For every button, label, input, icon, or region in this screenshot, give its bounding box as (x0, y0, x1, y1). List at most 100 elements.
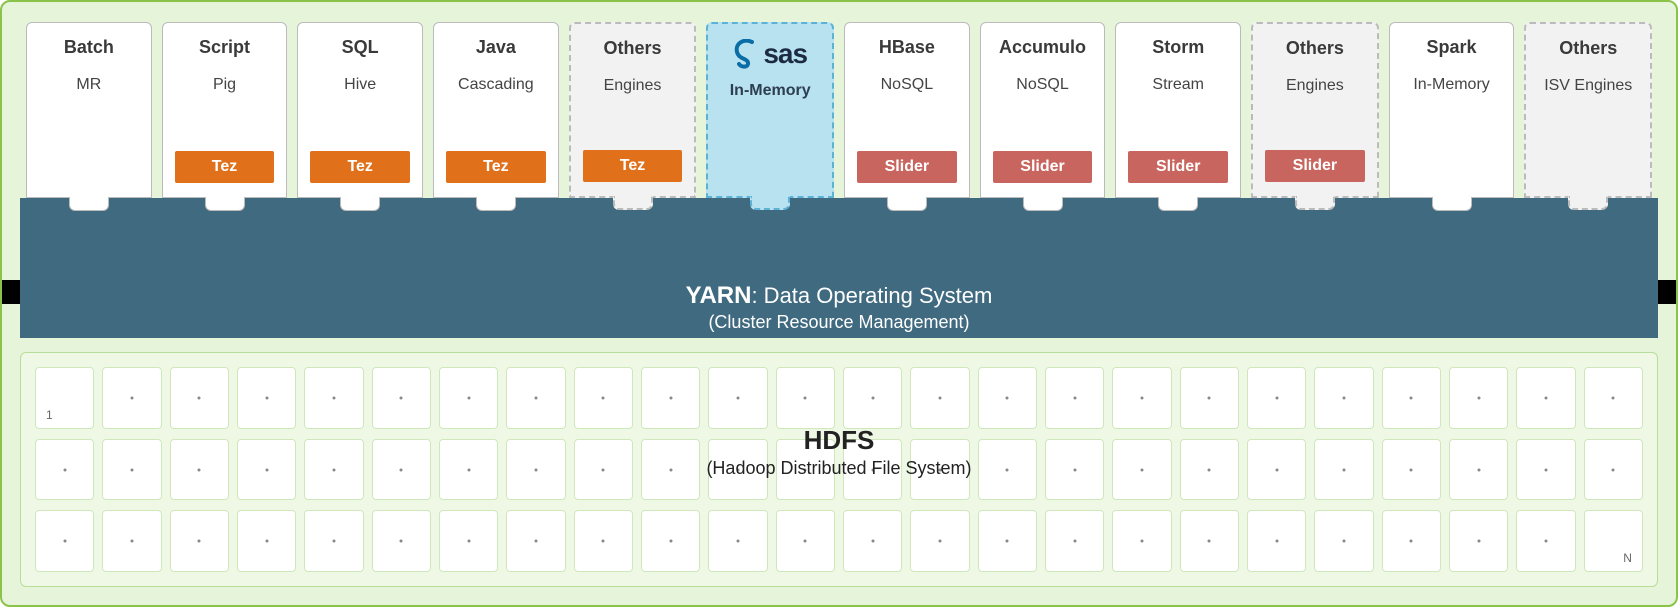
hdfs-node-cell (641, 367, 700, 429)
card-connector-tab (1568, 196, 1608, 210)
hdfs-node-cell (1516, 439, 1575, 501)
engine-card: SQLHiveTez (297, 22, 423, 198)
engine-card-title: Batch (27, 37, 151, 58)
hdfs-row (35, 439, 1643, 501)
ellipsis-dot-icon (1275, 396, 1278, 399)
hdfs-node-cell (776, 439, 835, 501)
engine-card-subtitle: Cascading (434, 76, 558, 94)
ellipsis-dot-icon (400, 468, 403, 471)
engine-card: sasIn-Memory (706, 22, 834, 198)
engine-card: ScriptPigTez (162, 22, 288, 198)
ellipsis-dot-icon (1006, 540, 1009, 543)
ellipsis-dot-icon (467, 540, 470, 543)
hdfs-node-cell (102, 510, 161, 572)
card-connector-tab (1158, 197, 1198, 211)
ellipsis-dot-icon (1208, 540, 1211, 543)
hdfs-node-cell (843, 439, 902, 501)
ellipsis-dot-icon (1544, 540, 1547, 543)
ellipsis-dot-icon (804, 396, 807, 399)
engine-card-subtitle: NoSQL (981, 76, 1105, 94)
hdfs-node-cell (1516, 510, 1575, 572)
ellipsis-dot-icon (1006, 468, 1009, 471)
ellipsis-dot-icon (871, 396, 874, 399)
hdfs-node-cell (304, 439, 363, 501)
hdfs-node-cell (641, 439, 700, 501)
yarn-title-line: YARN: Data Operating System (20, 282, 1658, 310)
ellipsis-dot-icon (804, 540, 807, 543)
hdfs-node-cell (574, 510, 633, 572)
slider-badge: Slider (1265, 150, 1365, 182)
ellipsis-dot-icon (1477, 540, 1480, 543)
hdfs-node-cell (170, 367, 229, 429)
hdfs-node-cell (708, 510, 767, 572)
engine-card: HBaseNoSQLSlider (844, 22, 970, 198)
ellipsis-dot-icon (871, 468, 874, 471)
ellipsis-dot-icon (1410, 396, 1413, 399)
hdfs-node-cell (1314, 439, 1373, 501)
engine-card: BatchMR (26, 22, 152, 198)
ellipsis-dot-icon (130, 468, 133, 471)
card-connector-tab (613, 196, 653, 210)
hdfs-node-cell (776, 367, 835, 429)
hdfs-node-cell (439, 510, 498, 572)
hdfs-node-cell (843, 367, 902, 429)
ellipsis-dot-icon (400, 540, 403, 543)
engine-card: AccumuloNoSQLSlider (980, 22, 1106, 198)
card-connector-tab (750, 196, 790, 210)
card-connector-tab (205, 197, 245, 211)
ellipsis-dot-icon (736, 396, 739, 399)
hdfs-node-cell (506, 439, 565, 501)
card-connector-tab (1023, 197, 1063, 211)
ellipsis-dot-icon (63, 540, 66, 543)
ellipsis-dot-icon (332, 468, 335, 471)
ellipsis-dot-icon (265, 468, 268, 471)
yarn-subtitle: (Cluster Resource Management) (20, 312, 1658, 333)
ellipsis-dot-icon (938, 540, 941, 543)
hdfs-node-cell (1247, 510, 1306, 572)
ellipsis-dot-icon (1140, 540, 1143, 543)
hdfs-node-cell (372, 439, 431, 501)
hdfs-node-cell (574, 439, 633, 501)
ellipsis-dot-icon (265, 396, 268, 399)
engine-card-title: Accumulo (981, 37, 1105, 58)
hdfs-node-cell (1314, 367, 1373, 429)
ellipsis-dot-icon (1342, 468, 1345, 471)
engine-card: StormStreamSlider (1115, 22, 1241, 198)
hdfs-node-cell (102, 439, 161, 501)
hdfs-node-cell (237, 439, 296, 501)
ellipsis-dot-icon (1410, 468, 1413, 471)
hdfs-node-cell (641, 510, 700, 572)
ellipsis-dot-icon (736, 540, 739, 543)
card-connector-tab (1295, 196, 1335, 210)
hdfs-node-cell (35, 510, 94, 572)
ellipsis-dot-icon (602, 540, 605, 543)
ellipsis-dot-icon (1612, 468, 1615, 471)
hdfs-node-cell (1516, 367, 1575, 429)
ellipsis-dot-icon (1208, 468, 1211, 471)
engine-card-subtitle: NoSQL (845, 76, 969, 94)
engine-card: OthersEnginesTez (569, 22, 697, 198)
hdfs-node-cell (978, 510, 1037, 572)
engine-card-title: Script (163, 37, 287, 58)
hdfs-node-cell: N (1584, 510, 1643, 572)
engine-card-subtitle: Engines (571, 77, 695, 95)
hdfs-node-cell (170, 439, 229, 501)
hdfs-node-cell (304, 367, 363, 429)
hdfs-node-cell (1382, 510, 1441, 572)
ellipsis-dot-icon (669, 396, 672, 399)
hdfs-node-cell (1449, 510, 1508, 572)
hdfs-node-cell (776, 510, 835, 572)
engine-card-subtitle: Pig (163, 76, 287, 94)
engine-card: JavaCascadingTez (433, 22, 559, 198)
hdfs-layer: 1N HDFS (Hadoop Distributed File System) (20, 352, 1658, 587)
ellipsis-dot-icon (1073, 540, 1076, 543)
ellipsis-dot-icon (602, 396, 605, 399)
ellipsis-dot-icon (804, 468, 807, 471)
ellipsis-dot-icon (198, 540, 201, 543)
ellipsis-dot-icon (602, 468, 605, 471)
tez-badge: Tez (310, 151, 410, 183)
hdfs-node-cell (372, 367, 431, 429)
hdfs-node-cell (1584, 367, 1643, 429)
hdfs-node-cell (910, 439, 969, 501)
ellipsis-dot-icon (1275, 468, 1278, 471)
